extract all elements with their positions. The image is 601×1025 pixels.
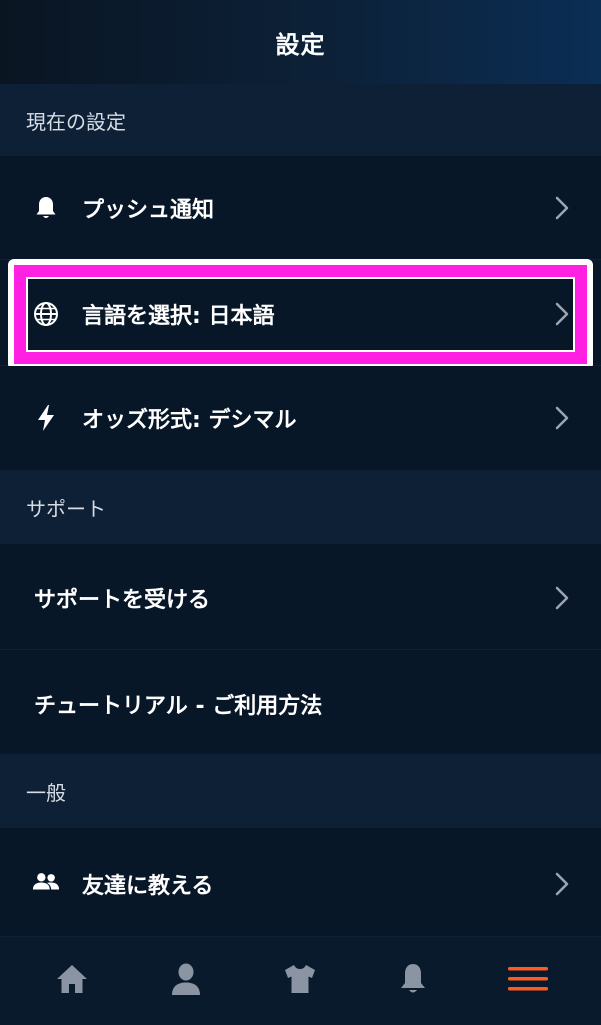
tab-profile[interactable] (131, 937, 241, 1025)
chevron-right-icon (552, 194, 572, 222)
get-support-row[interactable]: サポートを受ける (0, 544, 601, 650)
row-label: 友達に教える (82, 874, 214, 899)
tab-menu[interactable] (473, 937, 583, 1025)
odds-format-row[interactable]: オッズ形式: デシマル (0, 366, 601, 470)
row-label: 言語を選択: 日本語 (82, 304, 275, 329)
row-label: チュートリアル - ご利用方法 (34, 694, 323, 719)
invite-friends-row[interactable]: 友達に教える (0, 828, 601, 936)
shirt-icon (283, 963, 317, 999)
bell-icon (398, 962, 428, 1000)
people-icon (32, 868, 60, 896)
chevron-right-icon (552, 584, 572, 612)
tab-home[interactable] (17, 937, 127, 1025)
push-notifications-row[interactable]: プッシュ通知 (0, 156, 601, 260)
lightning-bolt-icon (32, 404, 60, 432)
section-title: 現在の設定 (26, 109, 126, 134)
language-select-row[interactable]: 言語を選択: 日本語 (0, 260, 601, 366)
bottom-tab-bar (0, 936, 601, 1025)
row-label: サポートを受ける (34, 588, 211, 613)
section-support: サポート (0, 470, 601, 544)
bell-icon (32, 194, 60, 222)
tab-notifications[interactable] (358, 937, 468, 1025)
tutorial-row[interactable]: チュートリアル - ご利用方法 (0, 650, 601, 754)
app-header: 設定 (0, 0, 601, 84)
page-title: 設定 (275, 30, 326, 59)
tab-teams[interactable] (245, 937, 355, 1025)
section-title: サポート (26, 496, 106, 521)
globe-icon (32, 300, 60, 328)
hamburger-menu-icon (508, 965, 548, 997)
chevron-right-icon (552, 870, 572, 898)
home-icon (55, 963, 89, 999)
person-icon (170, 962, 202, 1000)
row-label: プッシュ通知 (82, 198, 215, 223)
section-general: 一般 (0, 754, 601, 828)
chevron-right-icon (552, 404, 572, 432)
row-label: オッズ形式: デシマル (82, 408, 297, 433)
chevron-right-icon (552, 300, 572, 328)
section-title: 一般 (26, 780, 66, 805)
section-current-settings: 現在の設定 (0, 84, 601, 156)
